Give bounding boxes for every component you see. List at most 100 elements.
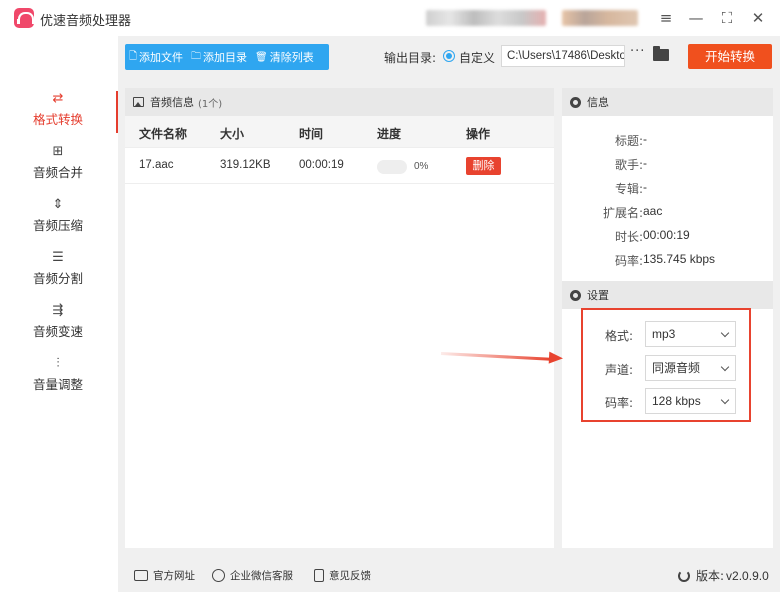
info-value: -: [643, 156, 647, 170]
add-folder-label: 添加目录: [203, 51, 248, 64]
info-value: 135.745 kbps: [643, 252, 716, 266]
sidebar-item-audio-compress[interactable]: ⇕ 音频压缩: [0, 193, 116, 243]
info-key: 专辑:: [614, 182, 643, 196]
start-convert-button[interactable]: 开始转换: [688, 44, 772, 69]
file-button-group: 🗋 添加文件 🗀 添加目录 🗑 清除列表: [125, 44, 329, 70]
info-value: aac: [643, 204, 663, 218]
column-name: 文件名称: [139, 127, 188, 141]
file-panel-title: 音频信息: [150, 96, 194, 109]
folder-icon: 🗀: [191, 50, 202, 62]
annotation-arrow-head: [548, 351, 564, 365]
sidebar-item-format-convert[interactable]: ⇄ 格式转换: [0, 87, 118, 137]
file-time: 00:00:19: [299, 159, 344, 171]
info-row-title: 标题: -: [562, 130, 773, 150]
info-row-album: 专辑: -: [562, 178, 773, 198]
info-key: 扩展名:: [602, 206, 643, 220]
convert-icon: ⇄: [52, 91, 64, 106]
feedback-label: 意见反馈: [329, 570, 371, 582]
custom-dir-radio[interactable]: [443, 50, 455, 62]
blurred-account-info: [426, 10, 546, 26]
sidebar-item-audio-split[interactable]: ☰ 音频分割: [0, 246, 116, 296]
highlight-box: [581, 308, 751, 422]
feedback-link[interactable]: 意见反馈: [314, 568, 371, 583]
feedback-icon: [314, 569, 324, 582]
gear-icon: [570, 289, 581, 301]
image-icon: [133, 97, 144, 107]
sidebar-item-label: 音量调整: [32, 377, 83, 392]
info-header: 信息: [562, 88, 773, 116]
chat-icon: [212, 569, 225, 582]
clear-list-button[interactable]: 🗑 清除列表: [251, 49, 318, 65]
info-row-artist: 歌手: -: [562, 154, 773, 174]
compress-icon: ⇕: [52, 197, 64, 212]
trash-icon: 🗑: [255, 51, 268, 63]
maximize-icon[interactable]: ⛶: [717, 8, 737, 28]
footer: 官方网址 企业微信客服 意见反馈 版本: v2.0.9.0: [118, 556, 780, 592]
settings-title: 设置: [587, 289, 609, 302]
add-file-button[interactable]: 🗋 添加文件: [125, 49, 187, 66]
sidebar-item-audio-merge[interactable]: ⊞ 音频合并: [0, 140, 116, 190]
delete-button[interactable]: 删除: [466, 157, 501, 175]
column-time: 时间: [299, 127, 324, 141]
info-value: 00:00:19: [643, 228, 690, 242]
column-size: 大小: [220, 127, 245, 141]
sidebar-item-label: 音频分割: [32, 271, 83, 286]
version-info: 版本: v2.0.9.0: [678, 567, 769, 584]
refresh-icon[interactable]: [678, 569, 690, 582]
sidebar-item-label: 音频变速: [32, 324, 83, 339]
blurred-user-avatar: [562, 10, 638, 26]
volume-icon: ⫶: [56, 356, 60, 371]
custom-dir-label[interactable]: 自定义: [459, 49, 495, 66]
menu-icon[interactable]: ≡: [656, 8, 676, 28]
merge-icon: ⊞: [52, 144, 64, 159]
app-title: 优速音频处理器: [40, 14, 132, 29]
file-count: (1个): [198, 98, 223, 110]
file-size: 319.12KB: [220, 159, 271, 171]
wechat-support-link[interactable]: 企业微信客服: [212, 568, 293, 583]
info-row-duration: 时长: 00:00:19: [562, 226, 773, 246]
info-key: 标题:: [614, 134, 643, 148]
file-name: 17.aac: [139, 159, 174, 171]
info-row-bitrate: 码率: 135.745 kbps: [562, 250, 773, 270]
file-list-panel: 音频信息 (1个) 文件名称 大小 时间 进度 操作 17.aac 319.12…: [125, 88, 554, 548]
info-title: 信息: [587, 96, 609, 109]
sidebar-item-audio-speed[interactable]: ⇶ 音频变速: [0, 299, 116, 349]
file-panel-header: 音频信息 (1个): [125, 88, 554, 116]
column-action: 操作: [466, 127, 491, 141]
gear-icon: [570, 96, 581, 108]
minimize-icon[interactable]: —: [686, 8, 706, 28]
add-folder-button[interactable]: 🗀 添加目录: [187, 49, 251, 66]
website-icon: [134, 570, 148, 581]
output-path-field[interactable]: C:\Users\17486\Deskto: [501, 45, 625, 67]
output-dir-label: 输出目录:: [384, 51, 437, 65]
open-folder-icon[interactable]: [653, 46, 669, 61]
info-key: 时长:: [614, 230, 643, 244]
table-row[interactable]: 17.aac 319.12KB 00:00:19 0% 删除: [125, 148, 554, 184]
info-key: 码率:: [614, 254, 643, 268]
sidebar-item-label: 音频合并: [32, 165, 83, 180]
info-value: -: [643, 132, 647, 146]
speed-icon: ⇶: [52, 303, 64, 318]
more-options-button[interactable]: ···: [630, 44, 645, 59]
wechat-label: 企业微信客服: [230, 570, 293, 582]
add-file-label: 添加文件: [139, 51, 184, 64]
title-bar: 优速音频处理器 ≡ — ⛶ ✕: [0, 0, 780, 36]
official-website-link[interactable]: 官方网址: [134, 568, 195, 583]
version-number: v2.0.9.0: [726, 568, 769, 583]
sidebar: ⇄ 格式转换 ⊞ 音频合并 ⇕ 音频压缩 ☰ 音频分割 ⇶ 音频变速 ⫶ 音量调…: [0, 36, 118, 592]
sidebar-item-label: 音频压缩: [32, 218, 83, 233]
info-value: -: [643, 180, 647, 194]
split-icon: ☰: [52, 250, 64, 265]
toolbar: 🗋 添加文件 🗀 添加目录 🗑 清除列表 输出目录: 自定义 C:\Users\…: [118, 36, 780, 82]
clear-list-label: 清除列表: [269, 51, 314, 64]
app-logo-icon: [14, 8, 37, 28]
info-key: 歌手:: [614, 158, 643, 172]
website-label: 官方网址: [153, 570, 195, 582]
column-progress: 进度: [377, 127, 402, 141]
sidebar-item-volume-adjust[interactable]: ⫶ 音量调整: [0, 352, 116, 402]
close-icon[interactable]: ✕: [748, 8, 768, 28]
progress-percent: 0%: [414, 161, 429, 172]
add-file-icon: 🗋: [129, 50, 138, 62]
progress-bar: [377, 160, 407, 174]
info-row-extension: 扩展名: aac: [562, 202, 773, 222]
